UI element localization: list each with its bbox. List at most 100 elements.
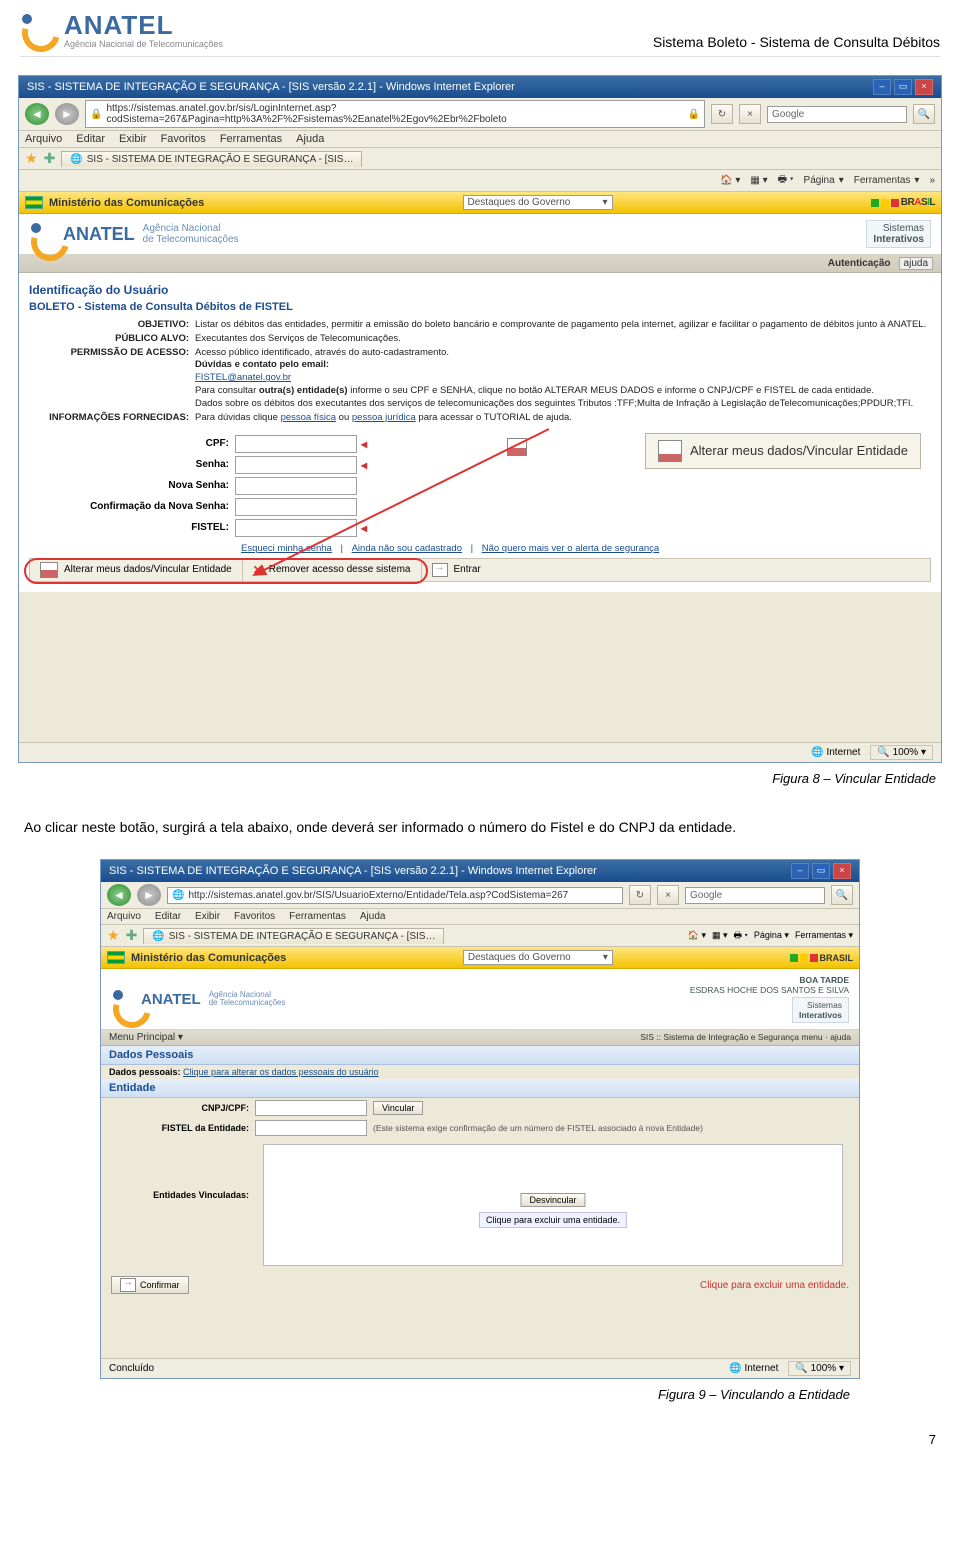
search-input[interactable]: Google [767,106,907,123]
refresh-button[interactable]: ↻ [629,885,651,905]
doc-title: Sistema Boleto - Sistema de Consulta Déb… [653,34,940,50]
page-menu[interactable]: Página ▾ [754,930,789,941]
link-pj[interactable]: pessoa jurídica [352,412,416,423]
browser-tab[interactable]: 🌐 SIS - SISTEMA DE INTEGRAÇÃO E SEGURANÇ… [143,928,444,944]
search-go-button[interactable]: 🔍 [831,885,853,905]
search-input[interactable]: Google [685,887,825,904]
forward-button[interactable]: ► [137,884,161,906]
banner-sub1: Agência Nacional [143,223,221,234]
sistemas-interativos[interactable]: SistemasInterativos [792,997,849,1023]
page-menu[interactable]: Página ▾ [804,175,844,186]
input-conf-senha[interactable] [235,498,357,516]
menu-ferramentas[interactable]: Ferramentas [220,133,282,145]
print-button[interactable]: 🖶 ▾ [734,928,748,944]
tools-menu[interactable]: Ferramentas ▾ [795,930,853,941]
email-link[interactable]: FISTEL@anatel.gov.br [195,372,291,383]
back-button[interactable]: ◄ [25,103,49,125]
anatel-banner: ANATEL Agência Nacional de Telecomunicaç… [19,214,941,255]
chevron-right-icon[interactable]: » [929,175,935,186]
link-pf[interactable]: pessoa física [281,412,336,423]
forward-button[interactable]: ► [55,103,79,125]
login-form: Alterar meus dados/Vincular Entidade CPF… [29,435,931,582]
biglink-alterar-dados[interactable]: Alterar meus dados/Vincular Entidade [645,433,921,469]
entidades-listbox[interactable]: Desvincular Clique para excluir uma enti… [263,1144,843,1266]
maximize-button[interactable]: ▭ [812,863,830,879]
action-remover-acesso[interactable]: ✕ Remover acesso desse sistema [243,560,422,580]
confirmar-button[interactable]: Confirmar [111,1276,189,1294]
menu-editar[interactable]: Editar [155,911,181,922]
link-nao-cadastrado[interactable]: Ainda não sou cadastrado [352,543,462,554]
menu-exibir[interactable]: Exibir [119,133,147,145]
vincular-button[interactable]: Vincular [373,1101,423,1115]
zoom-control[interactable]: 🔍 100% ▾ [870,745,933,760]
menu-favoritos[interactable]: Favoritos [234,911,275,922]
ajuda-button[interactable]: ajuda [899,257,933,270]
print-button[interactable]: 🖶 ▾ [778,172,794,189]
brasil-logo: BRASIL [790,953,854,963]
stop-button[interactable]: × [739,104,761,124]
menu-exibir[interactable]: Exibir [195,911,220,922]
home-button[interactable]: 🏠 ▾ [688,930,706,941]
ministry-label: Ministério das Comunicações [49,197,204,209]
action-entrar[interactable]: Entrar [422,560,491,580]
destaques-select[interactable]: Destaques do Governo ▾ [463,195,613,210]
menu-principal[interactable]: Menu Principal ▾ [109,1032,183,1043]
screenshot-fig9: SIS - SISTEMA DE INTEGRAÇÃO E SEGURANÇA … [100,859,860,1379]
close-button[interactable]: × [833,863,851,879]
link-remover-alerta[interactable]: Não quero mais ver o alerta de segurança [482,543,659,554]
add-fav-icon[interactable]: ✚ [44,150,56,167]
menu-editar[interactable]: Editar [76,133,105,145]
zoom-control[interactable]: 🔍 100% ▾ [788,1361,851,1376]
page-icon: 🔒 [90,109,102,120]
under-links: Esqueci minha senha | Ainda não sou cada… [235,543,931,554]
menu-arquivo[interactable]: Arquivo [107,911,141,922]
search-go-button[interactable]: 🔍 [913,104,935,124]
edit-icon [40,562,58,578]
auth-label: Autenticação [828,258,891,269]
desvincular-button[interactable]: Desvincular [520,1193,585,1207]
val-perm: Acesso público identificado, através do … [195,347,931,411]
input-senha[interactable] [235,456,357,474]
home-button[interactable]: 🏠 ▾ [720,175,740,186]
user-name: ESDRAS HOCHE DOS SANTOS E SILVA [690,985,849,995]
add-fav-icon[interactable]: ✚ [126,927,138,944]
input-fistel[interactable] [235,519,357,537]
tab-row: ★ ✚ 🌐 SIS - SISTEMA DE INTEGRAÇÃO E SEGU… [101,925,859,947]
menu-ferramentas[interactable]: Ferramentas [289,911,346,922]
menu-arquivo[interactable]: Arquivo [25,133,62,145]
tools-menu[interactable]: Ferramentas ▾ [854,175,920,186]
feeds-button[interactable]: ▦ ▾ [712,930,728,941]
figure-9-caption: Figura 9 – Vinculando a Entidade [24,1387,850,1402]
link-esqueci-senha[interactable]: Esqueci minha senha [241,543,332,554]
url-input[interactable]: 🔒 https://sistemas.anatel.gov.br/sis/Log… [85,100,705,128]
menu-ajuda[interactable]: Ajuda [296,133,324,145]
input-cpf[interactable] [235,435,357,453]
req-icon: ◂ [361,458,367,472]
favorites-star-icon[interactable]: ★ [25,150,38,167]
action-alterar-dados[interactable]: Alterar meus dados/Vincular Entidade [30,559,243,581]
browser-menu: Arquivo Editar Exibir Favoritos Ferramen… [19,131,941,148]
minimize-button[interactable]: – [791,863,809,879]
feeds-button[interactable]: ▦ ▾ [750,175,767,186]
favorites-star-icon[interactable]: ★ [107,927,120,944]
minimize-button[interactable]: – [873,79,891,95]
url-text: http://sistemas.anatel.gov.br/SIS/Usuari… [188,890,568,901]
back-button[interactable]: ◄ [107,884,131,906]
edit-data-icon [658,440,682,462]
menu-favoritos[interactable]: Favoritos [161,133,206,145]
input-nova-senha[interactable] [235,477,357,495]
maximize-button[interactable]: ▭ [894,79,912,95]
chevron-down-icon: ▾ [602,197,607,208]
browser-tab[interactable]: 🌐 SIS - SISTEMA DE INTEGRAÇÃO E SEGURANÇ… [61,151,362,167]
sistemas-interativos[interactable]: Sistemas Interativos [866,220,931,248]
input-cnpj[interactable] [255,1100,367,1116]
lbl-info: INFORMAÇÕES FORNECIDAS: [29,412,195,425]
link-alterar-dados[interactable]: Clique para alterar os dados pessoais do… [183,1067,379,1077]
refresh-button[interactable]: ↻ [711,104,733,124]
destaques-select[interactable]: Destaques do Governo▾ [463,950,613,965]
stop-button[interactable]: × [657,885,679,905]
menu-ajuda[interactable]: Ajuda [360,911,386,922]
close-button[interactable]: × [915,79,933,95]
url-input[interactable]: 🌐 http://sistemas.anatel.gov.br/SIS/Usua… [167,887,623,904]
input-fistel-entidade[interactable] [255,1120,367,1136]
